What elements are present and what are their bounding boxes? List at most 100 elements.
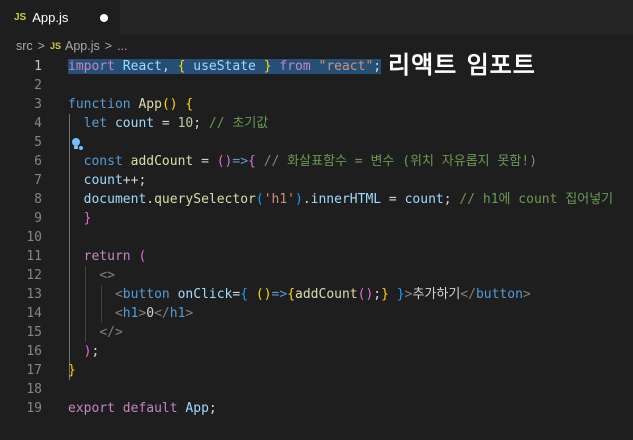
code-token: ; (208, 401, 217, 416)
line-number: 18 (26, 382, 42, 397)
breadcrumb-symbol[interactable]: ... (117, 39, 127, 53)
code-token: function (68, 97, 131, 112)
chevron-right-icon: > (104, 39, 113, 53)
code-token: 'h1' (263, 192, 295, 207)
code-token: ; (91, 344, 100, 359)
code-token: "react" (318, 59, 374, 74)
code-token: > (185, 306, 194, 321)
line-number: 16 (26, 344, 42, 359)
chevron-right-icon: > (37, 39, 45, 53)
code-line[interactable]: 6 const addCount = ()=>{ // 화살표함수 = 변수 (… (0, 152, 633, 171)
tab-app-js[interactable]: JS App.js (0, 0, 120, 35)
code-line[interactable]: 7 count++; (0, 171, 633, 190)
code-token: ++; (122, 173, 147, 188)
code-line[interactable]: 3 function App() { (0, 95, 633, 114)
code-token: addCount (130, 154, 194, 169)
breadcrumb: src > JS App.js > ... (0, 35, 633, 57)
code-text: import React, { useState } from "react"; (68, 57, 382, 76)
code-text: let count = 10; // 초기값 (68, 114, 269, 133)
code-line[interactable]: 13 <button onClick={ ()=>{addCount();} }… (0, 285, 633, 304)
code-line[interactable]: 18 (0, 380, 633, 399)
code-token: } (381, 287, 389, 302)
code-token (255, 59, 264, 74)
code-line[interactable]: 15 </> (0, 323, 633, 342)
code-line[interactable]: 2 (0, 76, 633, 95)
code-token: () (161, 97, 178, 112)
line-number: 3 (34, 97, 42, 112)
code-text: return ( (68, 247, 147, 266)
code-token (114, 59, 123, 74)
code-text: } (68, 361, 76, 380)
code-token: } (68, 363, 76, 378)
code-text: <button onClick={ ()=>{addCount();} }>추가… (68, 285, 531, 304)
code-token: // 초기값 (208, 116, 269, 131)
line-number: 12 (26, 268, 42, 283)
code-line[interactable]: 11 return ( (0, 247, 633, 266)
code-line[interactable]: 10 (0, 228, 633, 247)
code-token: () (216, 154, 233, 169)
code-token: // h1에 count 집어넣기 (459, 192, 614, 207)
breadcrumb-folder[interactable]: src (16, 39, 33, 53)
code-line[interactable]: 9 } (0, 209, 633, 228)
code-token: } (83, 211, 92, 226)
code-text: <h1>0</h1> (68, 304, 193, 323)
code-token: count (83, 173, 123, 188)
code-token: import (68, 59, 115, 74)
line-number: 13 (26, 287, 42, 302)
code-token: ; (373, 59, 382, 74)
line-number: 10 (26, 230, 42, 245)
line-number: 14 (26, 306, 42, 321)
code-token: ( (138, 249, 147, 264)
code-line[interactable]: 1 import React, { useState } from "react"… (0, 57, 633, 76)
line-number: 2 (34, 78, 42, 93)
code-text: </> (68, 323, 123, 342)
code-token: App (138, 97, 162, 112)
code-token: </ (154, 306, 170, 321)
code-token (310, 59, 319, 74)
code-token: 0 (146, 306, 155, 321)
tab-bar: JS App.js (0, 0, 633, 35)
code-token: ( (255, 192, 264, 207)
code-text: ); (68, 342, 100, 361)
javascript-file-icon: JS (49, 41, 61, 51)
code-token: ; (373, 287, 382, 302)
code-line[interactable]: 8 document.querySelector('h1').innerHTML… (0, 190, 633, 209)
code-token: } (396, 287, 405, 302)
code-token: return (83, 249, 131, 264)
code-token: . (146, 192, 155, 207)
code-token: </ (460, 287, 476, 302)
line-number: 5 (34, 135, 42, 150)
code-token: count (114, 116, 155, 131)
code-line[interactable]: 19 export default App; (0, 399, 633, 418)
line-number: 11 (26, 249, 42, 264)
code-token: h1 (122, 306, 139, 321)
line-number: 15 (26, 325, 42, 340)
code-line[interactable]: 16 ); (0, 342, 633, 361)
code-token: ; (193, 116, 209, 131)
code-line[interactable]: 12 <> (0, 266, 633, 285)
code-token: () (255, 287, 272, 302)
unsaved-dot-icon[interactable] (100, 14, 108, 22)
breadcrumb-file[interactable]: App.js (65, 39, 100, 53)
code-line[interactable]: 14 <h1>0</h1> (0, 304, 633, 323)
code-token: 10 (177, 116, 194, 131)
code-token: ; (443, 192, 460, 207)
code-token: > (522, 287, 531, 302)
code-line[interactable]: 5 (0, 133, 633, 152)
code-line[interactable]: 4 let count = 10; // 초기값 (0, 114, 633, 133)
code-token: => (271, 287, 288, 302)
line-number: 8 (34, 192, 42, 207)
code-token: </> (99, 325, 123, 340)
code-editor[interactable]: 1 import React, { useState } from "react"… (0, 57, 633, 440)
code-token: const (83, 154, 123, 169)
code-token: innerHTML (310, 192, 382, 207)
code-line[interactable]: 17} (0, 361, 633, 380)
code-token: => (232, 154, 249, 169)
